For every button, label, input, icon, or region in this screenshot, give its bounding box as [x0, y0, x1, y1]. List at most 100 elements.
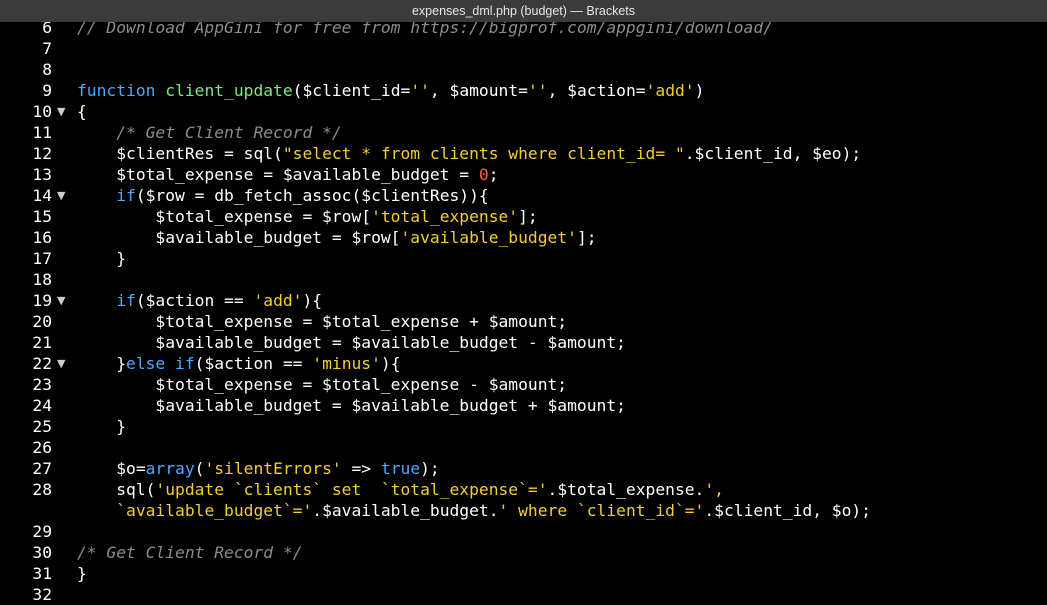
- code-text: }else if($action == 'minus'){: [77, 353, 401, 374]
- code-line[interactable]: 31}: [0, 563, 1047, 584]
- code-line[interactable]: 11 /* Get Client Record */: [0, 122, 1047, 143]
- brackets-window: 6// Download AppGini for free from https…: [0, 0, 1047, 605]
- code-line[interactable]: 8: [0, 59, 1047, 80]
- code-line[interactable]: 15 $total_expense = $row['total_expense'…: [0, 206, 1047, 227]
- code-text: $total_expense = $total_expense - $amoun…: [77, 374, 567, 395]
- code-token: if: [116, 291, 136, 310]
- code-token: 'update `clients` set `total_expense`=': [155, 480, 548, 499]
- code-token: ',: [704, 480, 724, 499]
- code-line[interactable]: 22 ▼ }else if($action == 'minus'){: [0, 353, 1047, 374]
- code-token: /* Get Client Record */: [77, 543, 303, 562]
- line-number: 32: [32, 585, 52, 604]
- code-token: ' where `client_id`=': [498, 501, 705, 520]
- code-token: true: [380, 459, 421, 478]
- line-number: 21: [32, 333, 52, 352]
- line-number: 24: [32, 396, 52, 415]
- line-number: 15: [32, 207, 52, 226]
- code-token: 'add': [253, 291, 303, 310]
- code-token: '': [410, 81, 430, 100]
- code-line[interactable]: 24 $available_budget = $available_budget…: [0, 395, 1047, 416]
- fold-arrow-icon[interactable]: ▼: [57, 185, 65, 206]
- code-line[interactable]: 27 $o=array('silentErrors' => true);: [0, 458, 1047, 479]
- code-token: $clientRes = sql(: [77, 144, 283, 163]
- fold-arrow-icon[interactable]: ▼: [57, 353, 65, 374]
- code-token: "select * from clients where client_id= …: [282, 144, 685, 163]
- line-number: 7: [42, 39, 52, 58]
- code-line[interactable]: 16 $available_budget = $row['available_b…: [0, 227, 1047, 248]
- code-text: function client_update($client_id='', $a…: [77, 80, 704, 101]
- code-line[interactable]: 10 ▼ {: [0, 101, 1047, 122]
- line-number: 12: [32, 144, 52, 163]
- code-text: `available_budget`='.$available_budget.'…: [77, 500, 871, 521]
- code-token: array: [145, 459, 195, 478]
- fold-arrow-icon[interactable]: ▼: [57, 290, 65, 311]
- line-number: 18: [32, 270, 52, 289]
- code-token: .$client_id, $eo);: [684, 144, 862, 163]
- code-line[interactable]: 9 function client_update($client_id='', $…: [0, 80, 1047, 101]
- line-number: 26: [32, 438, 52, 457]
- code-token: ($action ==: [135, 291, 254, 310]
- code-line[interactable]: 13 $total_expense = $available_budget = …: [0, 164, 1047, 185]
- code-token: );: [420, 459, 440, 478]
- code-token: (: [194, 459, 205, 478]
- code-editor[interactable]: 6// Download AppGini for free from https…: [0, 17, 1047, 605]
- code-text: {: [77, 101, 87, 122]
- code-token: $available_budget = $available_budget + …: [77, 396, 626, 415]
- code-line[interactable]: 29: [0, 521, 1047, 542]
- code-line[interactable]: 17 }: [0, 248, 1047, 269]
- line-number: 30: [32, 543, 52, 562]
- code-text: sql('update `clients` set `total_expense…: [77, 479, 724, 500]
- code-text: if($action == 'add'){: [77, 290, 322, 311]
- code-text: /* Get Client Record */: [77, 542, 302, 563]
- code-token: }: [77, 564, 87, 583]
- code-line[interactable]: 28 sql('update `clients` set `total_expe…: [0, 479, 1047, 500]
- code-line[interactable]: 25 }: [0, 416, 1047, 437]
- code-token: ];: [518, 207, 538, 226]
- code-line[interactable]: 7: [0, 38, 1047, 59]
- code-line[interactable]: 20 $total_expense = $total_expense + $am…: [0, 311, 1047, 332]
- code-token: ];: [576, 228, 597, 247]
- code-line[interactable]: 32: [0, 584, 1047, 605]
- line-number: 11: [32, 123, 52, 142]
- code-token: ;: [488, 165, 499, 184]
- line-number: 14: [32, 186, 52, 205]
- code-token: 'minus': [312, 354, 381, 373]
- code-line[interactable]: 19 ▼ if($action == 'add'){: [0, 290, 1047, 311]
- code-line[interactable]: 18: [0, 269, 1047, 290]
- code-token: else: [126, 354, 166, 373]
- code-token: ($row = db_fetch_assoc($clientRes)){: [135, 186, 489, 205]
- code-token: {: [77, 102, 87, 121]
- code-text: }: [77, 248, 126, 269]
- code-line[interactable]: 21 $available_budget = $available_budget…: [0, 332, 1047, 353]
- code-line[interactable]: 30 /* Get Client Record */: [0, 542, 1047, 563]
- line-number: 8: [42, 60, 52, 79]
- code-text: $available_budget = $available_budget - …: [77, 332, 626, 353]
- code-text: $o=array('silentErrors' => true);: [77, 458, 440, 479]
- line-number: 27: [32, 459, 52, 478]
- fold-arrow-icon[interactable]: ▼: [57, 101, 65, 122]
- code-token: sql(: [77, 480, 156, 499]
- code-text: }: [77, 416, 126, 437]
- code-token: $total_expense = $available_budget =: [77, 165, 479, 184]
- code-line[interactable]: 23 $total_expense = $total_expense - $am…: [0, 374, 1047, 395]
- code-token: `available_budget`=': [116, 501, 313, 520]
- code-line[interactable]: 14 ▼ if($row = db_fetch_assoc($clientRes)…: [0, 185, 1047, 206]
- code-text: $total_expense = $row['total_expense'];: [77, 206, 538, 227]
- line-number: 17: [32, 249, 52, 268]
- code-text: /* Get Client Record */: [77, 122, 341, 143]
- line-number: 31: [32, 564, 52, 583]
- code-token: if: [116, 186, 136, 205]
- code-token: }: [77, 249, 127, 268]
- code-line[interactable]: `available_budget`='.$available_budget.'…: [0, 500, 1047, 521]
- code-text: if($row = db_fetch_assoc($clientRes)){: [77, 185, 489, 206]
- code-token: 'silentErrors': [204, 459, 342, 478]
- line-number: 22: [32, 354, 52, 373]
- code-token: 0: [478, 165, 489, 184]
- code-token: $total_expense = $total_expense + $amoun…: [77, 312, 568, 331]
- code-line[interactable]: 12 $clientRes = sql("select * from clien…: [0, 143, 1047, 164]
- code-token: ){: [380, 354, 401, 373]
- code-line[interactable]: 26: [0, 437, 1047, 458]
